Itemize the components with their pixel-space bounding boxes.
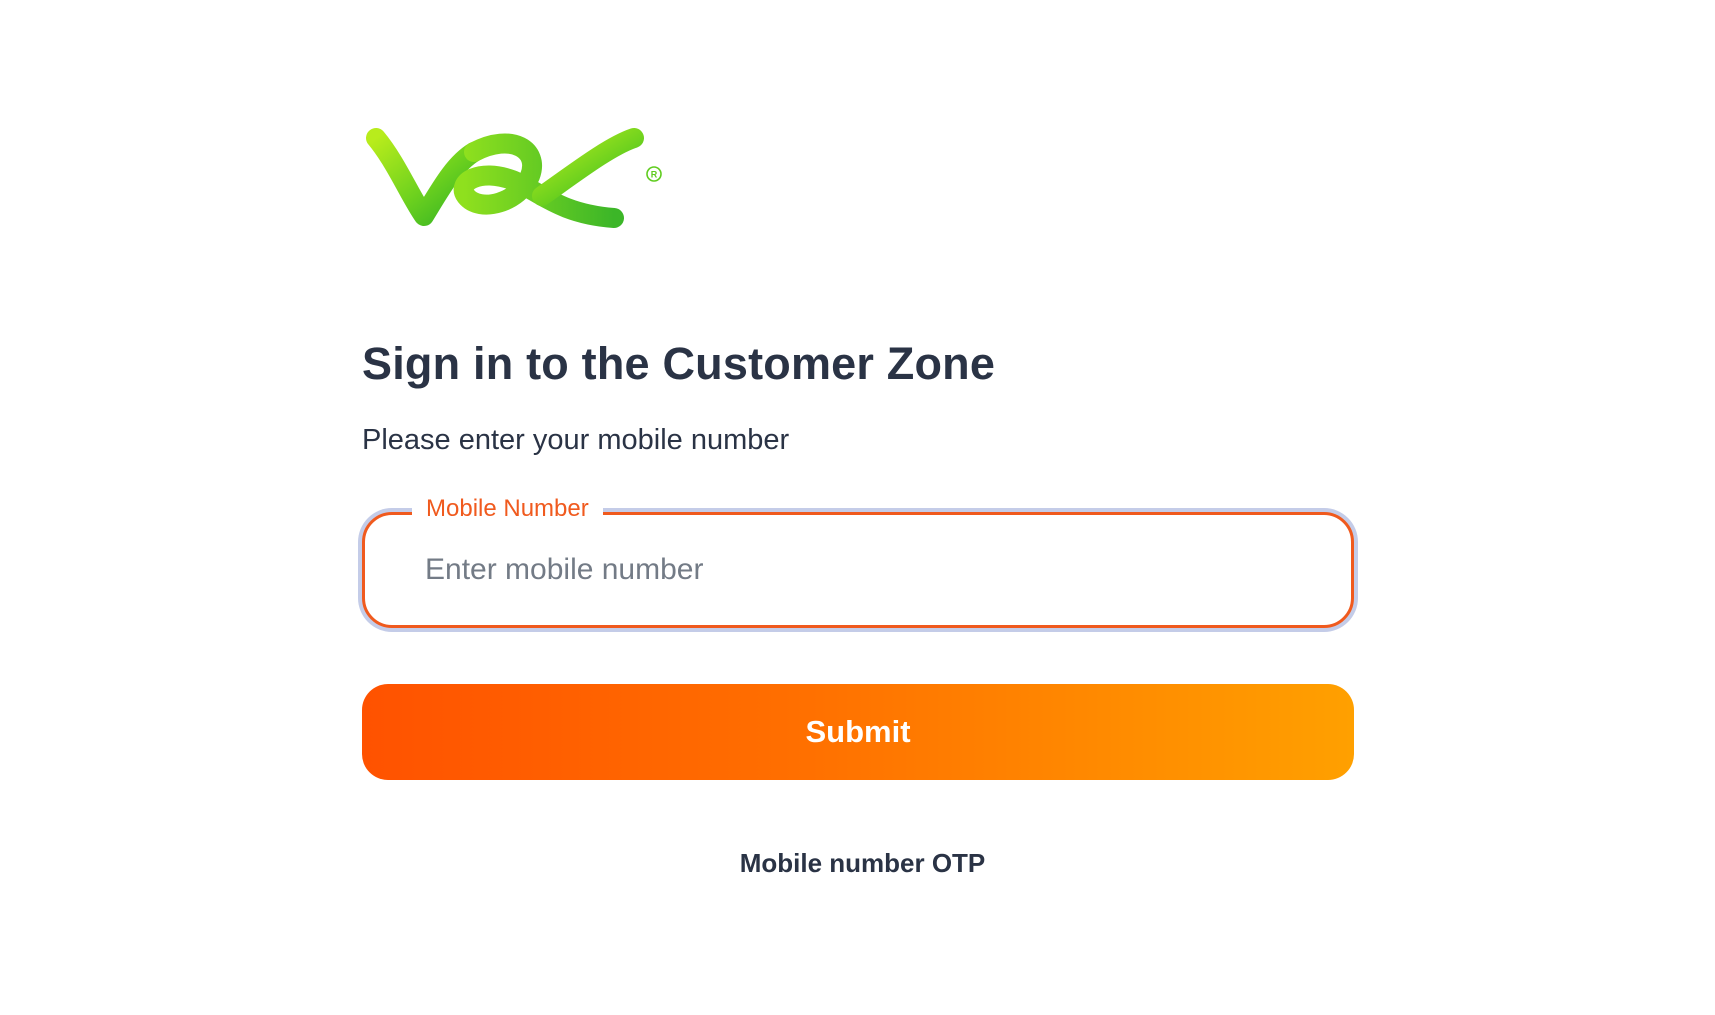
vox-logo-icon: R bbox=[366, 128, 662, 228]
sign-in-page: R Sign in to the Customer Zone Please en… bbox=[0, 0, 1715, 1015]
mobile-number-otp-link[interactable]: Mobile number OTP bbox=[0, 848, 1715, 879]
submit-button[interactable]: Submit bbox=[362, 684, 1354, 780]
mobile-number-field[interactable]: Mobile Number bbox=[362, 495, 1354, 628]
svg-text:R: R bbox=[651, 170, 658, 180]
mobile-number-input[interactable] bbox=[425, 539, 1305, 601]
page-title: Sign in to the Customer Zone bbox=[362, 338, 996, 389]
mobile-number-label: Mobile Number bbox=[412, 495, 603, 523]
instruction-text: Please enter your mobile number bbox=[362, 424, 790, 456]
